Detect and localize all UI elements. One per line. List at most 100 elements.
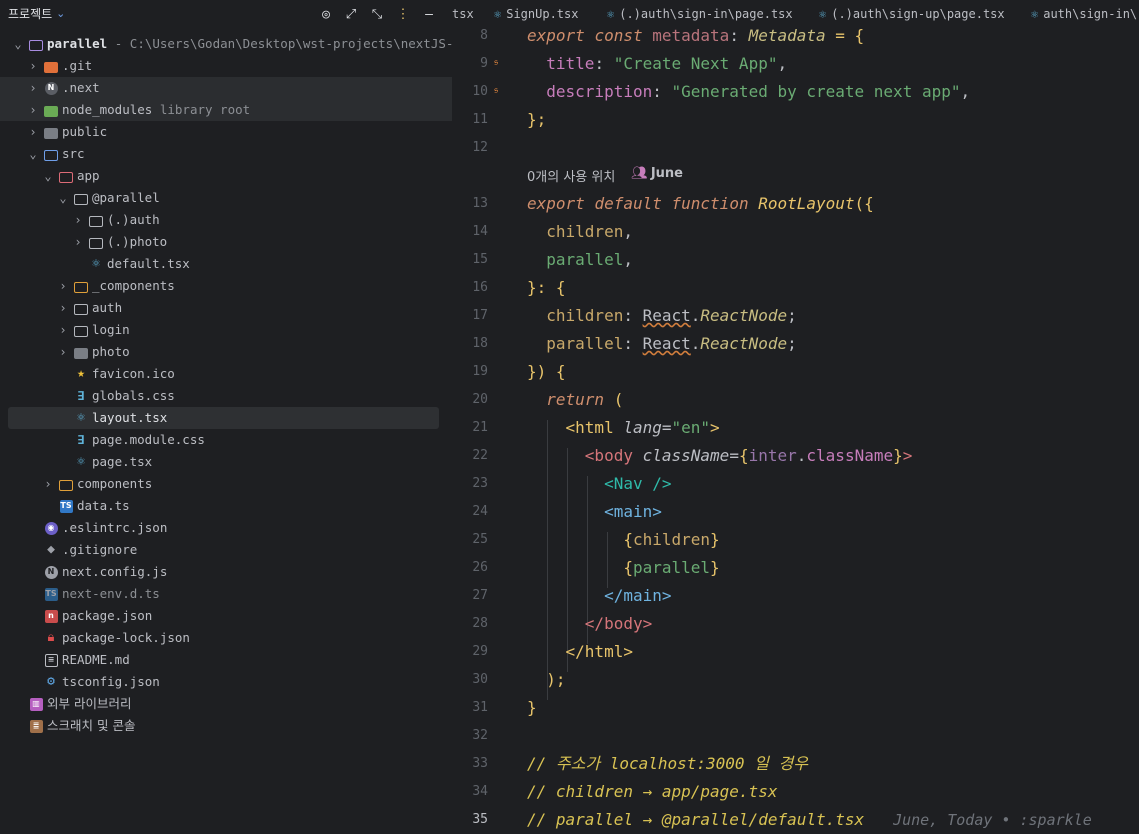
git-folder-icon (44, 59, 58, 73)
code-line: children: React.ReactNode; (546, 306, 797, 325)
tree-item-globals-css[interactable]: ∃ globals.css (0, 385, 452, 407)
tree-item-favicon[interactable]: ★ favicon.ico (0, 363, 452, 385)
line-number: 18 (472, 336, 488, 351)
editor-tab[interactable]: ⚛ (.)auth\sign-in\page.tsx (607, 0, 793, 28)
tree-item-underscore-components[interactable]: › _components (0, 275, 452, 297)
tree-item-src[interactable]: ⌄ src (0, 143, 452, 165)
tree-item-gitignore[interactable]: ◆ .gitignore (0, 539, 452, 561)
editor-tab[interactable]: ⚛ SignUp.tsx (494, 0, 578, 28)
tree-item-label: package-lock.json (62, 630, 190, 645)
tree-item-intercept-auth[interactable]: › (.)auth (0, 209, 452, 231)
tree-item-page-tsx[interactable]: ⚛ page.tsx (0, 451, 452, 473)
token-tag: /> (652, 474, 672, 493)
library-root-hint: library root (152, 102, 251, 117)
token-string: "Generated by create next app" (671, 82, 961, 101)
code-vision-hint[interactable]: 0개의 사용 위치 👥︎ June (527, 166, 683, 185)
token-punct: ( (604, 390, 624, 409)
editor-tab-bar: tsx ⚛ SignUp.tsx ⚛ (.)auth\sign-in\page.ts… (452, 0, 1139, 28)
tree-item-label: data.ts (77, 498, 130, 513)
code-line: } (527, 698, 537, 717)
tree-item-at-parallel[interactable]: ⌄ @parallel (0, 187, 452, 209)
tree-item-app[interactable]: ⌄ app (0, 165, 452, 187)
token-string: "en" (671, 418, 711, 437)
library-icon: ▥ (29, 697, 43, 711)
code-line: children, (546, 222, 633, 241)
tree-item-default-tsx[interactable]: ⚛ default.tsx (0, 253, 452, 275)
tree-item-scratches[interactable]: ≣ 스크래치 및 콘솔 (0, 715, 452, 737)
tree-item-package-json[interactable]: n package.json (0, 605, 452, 627)
token-keyword: export (527, 26, 585, 45)
folder-icon (74, 191, 88, 205)
code-editor[interactable]: tsx ⚛ SignUp.tsx ⚛ (.)auth\sign-in\page.ts… (452, 0, 1139, 834)
tree-item-data-ts[interactable]: TS data.ts (0, 495, 452, 517)
hide-panel-icon[interactable]: — (419, 4, 439, 24)
module-folder-icon (29, 37, 43, 51)
tree-item-parallel[interactable]: ⌄ parallel - C:\Users\Godan\Desktop\wst-… (0, 33, 452, 55)
folder-icon (74, 345, 88, 359)
token-keyword: return (546, 390, 605, 409)
tree-item-next-env[interactable]: TS next-env.d.ts (0, 583, 452, 605)
tree-item-next[interactable]: › N .next (0, 77, 452, 99)
line-number: 29 (472, 644, 488, 659)
code-line: title: "Create Next App", (546, 54, 788, 73)
tree-item-label: page.tsx (92, 454, 153, 469)
react-file-icon: ⚛ (92, 256, 100, 271)
tree-item-package-lock[interactable]: 🔒︎ package-lock.json (0, 627, 452, 649)
tree-item-label: layout.tsx (92, 410, 168, 425)
tree-item-tsconfig[interactable]: ⚙ tsconfig.json (0, 671, 452, 693)
line-number: 11 (472, 112, 488, 127)
tree-item-login[interactable]: › login (0, 319, 452, 341)
tree-item-eslintrc[interactable]: ◉ .eslintrc.json (0, 517, 452, 539)
tab-label: auth\sign-in\ (1043, 7, 1138, 21)
project-view-selector[interactable]: 프로젝트 ⌄ (8, 5, 65, 22)
author-name[interactable]: June (651, 166, 683, 181)
run-gutter-icon[interactable]: 𝔰 (494, 55, 498, 69)
token-punct: = { (825, 26, 865, 45)
editor-tab[interactable]: ⚛ (.)auth\sign-up\page.tsx (819, 0, 1005, 28)
expand-all-icon[interactable]: ⤢ (341, 4, 361, 24)
editor-tab[interactable]: tsx (452, 0, 474, 28)
tree-item-auth[interactable]: › auth (0, 297, 452, 319)
usage-count[interactable]: 0개의 사용 위치 (527, 166, 615, 185)
tree-item-git[interactable]: › .git (0, 55, 452, 77)
tree-item-layout-tsx[interactable]: ⚛ layout.tsx (8, 407, 439, 429)
line-number: 15 (472, 252, 488, 267)
token-keyword: function (671, 194, 749, 213)
options-menu-icon[interactable]: ⋮ (393, 4, 413, 24)
collapse-all-icon[interactable]: ⤡ (367, 4, 387, 24)
tab-label: tsx (452, 7, 474, 21)
tree-item-public[interactable]: › public (0, 121, 452, 143)
code-line: {children} (623, 530, 720, 549)
tree-item-label: default.tsx (107, 256, 190, 271)
target-locate-icon[interactable]: ◎ (316, 4, 336, 24)
tree-item-next-config[interactable]: N next.config.js (0, 561, 452, 583)
chevron-right-icon: › (59, 323, 67, 337)
line-number: 22 (472, 448, 488, 463)
inline-blame[interactable]: June, Today • :sparkle (893, 811, 1092, 829)
app-folder-icon (59, 169, 73, 183)
tree-item-label: node_modules (62, 102, 153, 117)
tree-item-readme[interactable]: ≡ README.md (0, 649, 452, 671)
code-line: </html> (527, 644, 633, 672)
run-gutter-icon[interactable]: 𝔰 (494, 83, 498, 97)
tree-item-intercept-photo[interactable]: › (.)photo (0, 231, 452, 253)
tree-item-components[interactable]: › components (0, 473, 452, 495)
chevron-right-icon: › (59, 279, 67, 293)
editor-tab[interactable]: ⚛ auth\sign-in\ (1031, 0, 1137, 28)
tree-item-node-modules[interactable]: › node_modules library root (0, 99, 452, 121)
folder-icon (44, 125, 58, 139)
line-number: 9 (480, 56, 488, 71)
line-number: 14 (472, 224, 488, 239)
code-area[interactable]: export const metadata: Metadata = { titl… (527, 28, 1139, 834)
token-type: ReactNode (700, 334, 788, 353)
token-keyword: const (594, 26, 643, 45)
tree-item-photo[interactable]: › photo (0, 341, 452, 363)
line-number: 12 (472, 140, 488, 155)
tree-item-page-module-css[interactable]: ∃ page.module.css (0, 429, 452, 451)
chevron-down-icon: ⌄ (44, 169, 52, 183)
next-folder-icon: N (44, 81, 58, 95)
folder-icon (74, 323, 88, 337)
line-number: 31 (472, 700, 488, 715)
chevron-right-icon: › (74, 235, 82, 249)
tree-item-external-libraries[interactable]: ▥ 외부 라이브러리 (0, 693, 452, 715)
